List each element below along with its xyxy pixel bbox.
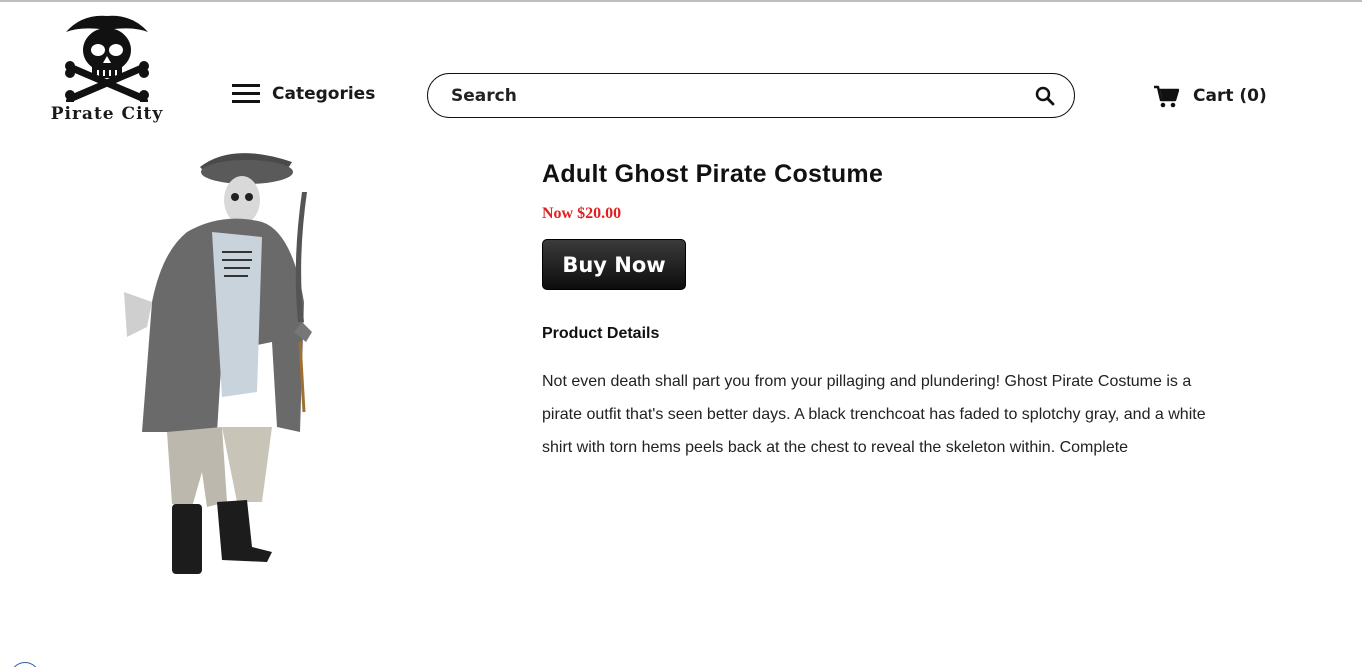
product-description: Not even death shall part you from your … [542,373,1206,456]
product-details-heading: Product Details [542,325,660,342]
logo-text: Pirate City [50,104,164,124]
skull-crossbones-logo [65,15,149,102]
buy-now-button[interactable]: Buy Now [542,239,686,290]
hamburger-icon [232,84,260,104]
search-button[interactable] [1030,81,1060,111]
site-logo[interactable]: Pirate City [40,8,174,128]
cart-label: Cart (0) [1193,86,1267,106]
search-input[interactable] [451,85,1030,106]
search-bar [427,73,1075,118]
categories-label: Categories [272,84,376,104]
page: Pirate City Categories Cart (0) [0,0,1362,667]
product-image [112,142,327,582]
cart-icon [1154,85,1179,108]
search-icon [1035,86,1055,105]
categories-menu-button[interactable]: Categories [232,84,375,104]
product-title: Adult Ghost Pirate Costume [542,160,884,188]
product-price: Now $20.00 [542,205,622,222]
product-details: Adult Ghost Pirate Costume Now $20.00 Bu… [542,160,1222,464]
cart-link[interactable]: Cart (0) [1153,84,1267,108]
chat-widget-button[interactable] [10,662,40,667]
